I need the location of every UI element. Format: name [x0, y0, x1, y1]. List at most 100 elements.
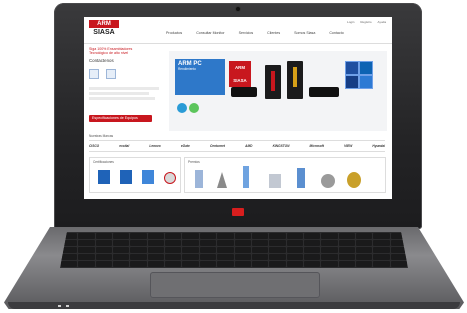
keyboard-key[interactable]	[217, 254, 234, 260]
keyboard-key[interactable]	[95, 240, 113, 246]
keyboard-key[interactable]	[113, 240, 130, 246]
keyboard[interactable]	[60, 232, 408, 268]
keyboard-key[interactable]	[234, 254, 251, 260]
keyboard-key[interactable]	[390, 254, 407, 260]
keyboard-key[interactable]	[165, 233, 182, 239]
keyboard-key[interactable]	[234, 261, 251, 267]
keyboard-key[interactable]	[78, 254, 95, 260]
brand-logo[interactable]: VIEW	[344, 144, 352, 148]
keyboard-key[interactable]	[321, 254, 338, 260]
keyboard-key[interactable]	[113, 247, 130, 253]
brand-logo[interactable]: eGate	[181, 144, 190, 148]
keyboard-key[interactable]	[147, 261, 165, 267]
keyboard-key[interactable]	[182, 240, 199, 246]
keyboard-key[interactable]	[182, 247, 199, 253]
keyboard-key[interactable]	[321, 240, 338, 246]
keyboard-key[interactable]	[61, 261, 78, 267]
top-link-login[interactable]: Login	[347, 20, 354, 24]
keyboard-key[interactable]	[217, 233, 234, 239]
keyboard-key[interactable]	[269, 240, 286, 246]
keyboard-key[interactable]	[251, 240, 269, 246]
keyboard-key[interactable]	[217, 240, 234, 246]
keyboard-key[interactable]	[147, 240, 165, 246]
site-logo[interactable]: ARM SIASA	[89, 20, 119, 42]
keyboard-key[interactable]	[321, 261, 338, 267]
keyboard-key[interactable]	[251, 261, 269, 267]
keyboard-key[interactable]	[303, 233, 321, 239]
keyboard-key[interactable]	[199, 261, 217, 267]
nav-clientes[interactable]: Clientes	[267, 31, 280, 35]
keyboard-key[interactable]	[130, 247, 147, 253]
keyboard-key[interactable]	[165, 247, 182, 253]
contact-mail-icon[interactable]	[106, 68, 117, 79]
keyboard-key[interactable]	[234, 247, 251, 253]
brand-logo[interactable]: Lenovo	[149, 144, 160, 148]
keyboard-key[interactable]	[355, 247, 373, 253]
keyboard-key[interactable]	[373, 261, 390, 267]
keyboard-key[interactable]	[338, 233, 355, 239]
keyboard-key[interactable]	[199, 254, 217, 260]
keyboard-key[interactable]	[78, 233, 95, 239]
keyboard-key[interactable]	[182, 233, 199, 239]
nav-contacto[interactable]: Contacto	[329, 31, 343, 35]
hero-banner[interactable]: ARM PC Rendimiento ARM SIASA	[169, 51, 387, 131]
keyboard-key[interactable]	[390, 261, 407, 267]
brand-logo[interactable]: excital	[119, 144, 129, 148]
touchpad[interactable]	[150, 272, 320, 298]
keyboard-key[interactable]	[130, 240, 147, 246]
keyboard-key[interactable]	[303, 254, 321, 260]
keyboard-key[interactable]	[251, 247, 269, 253]
keyboard-key[interactable]	[338, 247, 355, 253]
keyboard-key[interactable]	[286, 233, 303, 239]
keyboard-key[interactable]	[234, 233, 251, 239]
brand-logo[interactable]: KINGSTON	[273, 144, 290, 148]
keyboard-key[interactable]	[286, 254, 303, 260]
keyboard-key[interactable]	[234, 240, 251, 246]
keyboard-key[interactable]	[355, 240, 373, 246]
keyboard-key[interactable]	[355, 254, 373, 260]
keyboard-key[interactable]	[147, 247, 165, 253]
keyboard-key[interactable]	[113, 261, 130, 267]
keyboard-key[interactable]	[286, 261, 303, 267]
keyboard-key[interactable]	[338, 240, 355, 246]
keyboard-key[interactable]	[251, 233, 269, 239]
keyboard-key[interactable]	[373, 247, 390, 253]
keyboard-key[interactable]	[303, 261, 321, 267]
keyboard-key[interactable]	[113, 254, 130, 260]
brand-logo[interactable]: CISCO	[89, 144, 99, 148]
keyboard-key[interactable]	[165, 254, 182, 260]
keyboard-key[interactable]	[130, 254, 147, 260]
keyboard-key[interactable]	[147, 254, 165, 260]
keyboard-key[interactable]	[373, 240, 390, 246]
keyboard-key[interactable]	[165, 240, 182, 246]
keyboard-key[interactable]	[355, 261, 373, 267]
keyboard-key[interactable]	[251, 254, 269, 260]
nav-monitor[interactable]: Consultar Monitor	[196, 31, 224, 35]
brand-logo[interactable]: Microsoft	[310, 144, 324, 148]
nav-somos[interactable]: Somos Siasa	[294, 31, 315, 35]
brand-logo[interactable]: AMD	[245, 144, 252, 148]
keyboard-key[interactable]	[199, 233, 217, 239]
contact-phone-icon[interactable]	[89, 68, 99, 79]
keyboard-key[interactable]	[303, 247, 321, 253]
keyboard-key[interactable]	[130, 261, 147, 267]
brand-logo[interactable]: Centurnet	[210, 144, 225, 148]
keyboard-key[interactable]	[338, 261, 355, 267]
keyboard-key[interactable]	[321, 233, 338, 239]
brand-logo[interactable]: Hyundai	[372, 144, 385, 148]
keyboard-key[interactable]	[95, 261, 113, 267]
keyboard-key[interactable]	[286, 240, 303, 246]
keyboard-key[interactable]	[130, 233, 147, 239]
keyboard-key[interactable]	[61, 254, 78, 260]
keyboard-key[interactable]	[78, 261, 95, 267]
keyboard-key[interactable]	[217, 247, 234, 253]
keyboard-key[interactable]	[303, 240, 321, 246]
keyboard-key[interactable]	[113, 233, 130, 239]
keyboard-key[interactable]	[147, 233, 165, 239]
keyboard-key[interactable]	[355, 233, 373, 239]
keyboard-key[interactable]	[78, 247, 95, 253]
keyboard-key[interactable]	[95, 254, 113, 260]
keyboard-key[interactable]	[286, 247, 303, 253]
keyboard-key[interactable]	[95, 233, 113, 239]
keyboard-key[interactable]	[269, 254, 286, 260]
